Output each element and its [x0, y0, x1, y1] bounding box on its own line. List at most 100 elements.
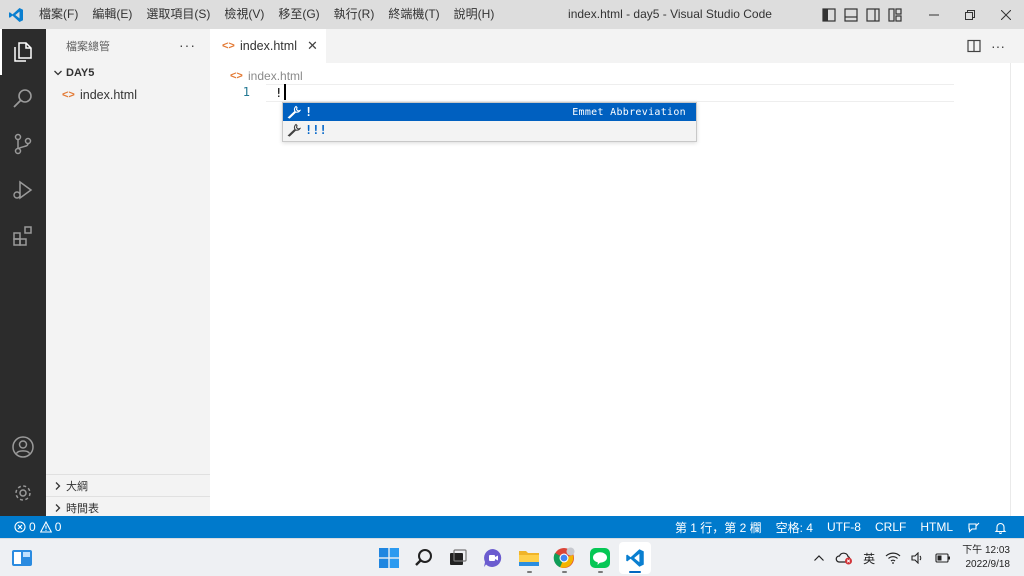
folder-day5[interactable]: DAY5: [46, 62, 210, 84]
timeline-label: 時間表: [66, 502, 99, 515]
input-method[interactable]: 英: [858, 550, 880, 567]
system-clock[interactable]: 下午 12:03 2022/9/18: [956, 544, 1024, 572]
language-mode[interactable]: HTML: [913, 520, 960, 534]
start-menu-icon[interactable]: [373, 542, 405, 574]
widgets-icon[interactable]: [6, 542, 38, 574]
warning-icon: [39, 521, 52, 533]
notifications-bell-icon[interactable]: [987, 521, 1014, 534]
close-window-icon[interactable]: [988, 0, 1024, 29]
html-file-icon: <>: [222, 40, 235, 52]
suggest-label: !!!: [305, 123, 327, 137]
menu-selection[interactable]: 選取項目(S): [139, 0, 217, 29]
taskbar-search-icon[interactable]: [408, 542, 440, 574]
explorer-sidebar: 檔案總管 ··· DAY5 <> index.html 大綱 時間表: [46, 29, 210, 516]
error-icon: [14, 521, 26, 533]
minimize-icon[interactable]: [916, 0, 952, 29]
encoding[interactable]: UTF-8: [820, 520, 868, 534]
battery-icon[interactable]: [930, 553, 956, 563]
toggle-secondary-sidebar-icon[interactable]: [862, 0, 884, 29]
outline-label: 大綱: [66, 480, 88, 493]
indentation[interactable]: 空格: 4: [769, 519, 820, 536]
extensions-icon[interactable]: [0, 213, 46, 259]
problems-indicator[interactable]: 0 0: [0, 520, 61, 534]
onedrive-error-icon[interactable]: [830, 551, 858, 565]
chrome-icon[interactable]: [548, 542, 580, 574]
chevron-right-icon: [50, 481, 66, 491]
search-icon[interactable]: [0, 75, 46, 121]
code-line[interactable]: !: [275, 84, 286, 102]
account-icon[interactable]: [0, 424, 46, 470]
wifi-icon[interactable]: [880, 552, 906, 564]
menu-go[interactable]: 移至(G): [271, 0, 326, 29]
wrench-icon: [283, 123, 305, 137]
code-content: !: [275, 85, 283, 100]
restore-icon[interactable]: [952, 0, 988, 29]
volume-icon[interactable]: [906, 552, 930, 564]
cursor-position[interactable]: 第 1 行，第 2 欄: [668, 519, 769, 536]
menu-edit[interactable]: 編輯(E): [85, 0, 139, 29]
vscode-taskbar-icon[interactable]: [619, 542, 651, 574]
running-indicator: [562, 571, 567, 573]
customize-layout-icon[interactable]: [884, 0, 906, 29]
line-app-icon[interactable]: [584, 542, 616, 574]
more-actions-icon[interactable]: ···: [986, 38, 1010, 54]
html-file-icon: <>: [62, 89, 75, 101]
run-debug-icon[interactable]: [0, 167, 46, 213]
outline-section[interactable]: 大綱: [46, 474, 210, 496]
explorer-title: 檔案總管: [66, 40, 110, 53]
tab-label: index.html: [240, 39, 297, 53]
source-control-icon[interactable]: [0, 121, 46, 167]
chevron-up-icon[interactable]: [808, 553, 830, 563]
chevron-down-icon: [50, 68, 66, 78]
file-explorer-icon[interactable]: [513, 542, 545, 574]
status-right: 第 1 行，第 2 欄 空格: 4 UTF-8 CRLF HTML: [668, 516, 1014, 538]
menu-view[interactable]: 檢視(V): [217, 0, 271, 29]
breadcrumb-label: index.html: [248, 69, 303, 83]
editor-actions: ···: [962, 29, 1010, 63]
task-view-icon[interactable]: [442, 542, 474, 574]
suggest-item-selected[interactable]: ! Emmet Abbreviation: [283, 103, 696, 121]
split-editor-icon[interactable]: [962, 39, 986, 53]
suggest-item[interactable]: !!!: [283, 121, 696, 139]
feedback-icon[interactable]: [960, 521, 987, 534]
window-controls: [916, 0, 1024, 29]
running-indicator: [527, 571, 532, 573]
settings-gear-icon[interactable]: [0, 470, 46, 516]
timeline-section[interactable]: 時間表: [46, 496, 210, 518]
editor-scrollbar[interactable]: [1010, 63, 1024, 516]
menu-help[interactable]: 說明(H): [447, 0, 502, 29]
title-bar: 檔案(F) 編輯(E) 選取項目(S) 檢視(V) 移至(G) 執行(R) 終端…: [0, 0, 1024, 29]
menu-bar: 檔案(F) 編輯(E) 選取項目(S) 檢視(V) 移至(G) 執行(R) 終端…: [32, 0, 501, 29]
vscode-logo-icon: [0, 0, 32, 29]
end-of-line[interactable]: CRLF: [868, 520, 913, 534]
editor-area[interactable]: <> index.html 1 ! ! Emmet Abbreviation !…: [210, 63, 1024, 516]
current-line-highlight: [266, 84, 954, 102]
suggest-label: !: [305, 105, 313, 119]
suggest-detail: Emmet Abbreviation: [572, 106, 686, 118]
warning-count: 0: [54, 520, 62, 534]
file-index-html[interactable]: <> index.html: [46, 84, 210, 106]
toggle-panel-icon[interactable]: [840, 0, 862, 29]
close-tab-icon[interactable]: ✕: [307, 38, 318, 54]
status-bar: 0 0 第 1 行，第 2 欄 空格: 4 UTF-8 CRLF HTML: [0, 516, 1024, 538]
text-cursor: [283, 84, 286, 100]
teams-chat-icon[interactable]: [477, 542, 509, 574]
clock-date: 2022/9/18: [965, 559, 1011, 570]
suggest-widget: ! Emmet Abbreviation !!!: [282, 102, 697, 142]
menu-file[interactable]: 檔案(F): [32, 0, 85, 29]
html-file-icon: <>: [230, 70, 243, 82]
toggle-primary-sidebar-icon[interactable]: [818, 0, 840, 29]
explorer-icon[interactable]: [0, 29, 46, 75]
tab-index-html[interactable]: <> index.html ✕: [210, 29, 326, 63]
breadcrumb[interactable]: <> index.html: [230, 66, 303, 86]
wrench-icon: [283, 105, 305, 119]
menu-terminal[interactable]: 終端機(T): [381, 0, 446, 29]
activity-bar: [0, 29, 46, 516]
layout-controls: [818, 0, 906, 29]
menu-run[interactable]: 執行(R): [327, 0, 382, 29]
folder-label: DAY5: [66, 67, 95, 79]
running-indicator: [629, 571, 641, 573]
window-title: index.html - day5 - Visual Studio Code: [568, 7, 772, 21]
more-actions-icon[interactable]: ···: [179, 37, 196, 53]
tab-bar: <> index.html ✕ ···: [210, 29, 1024, 63]
